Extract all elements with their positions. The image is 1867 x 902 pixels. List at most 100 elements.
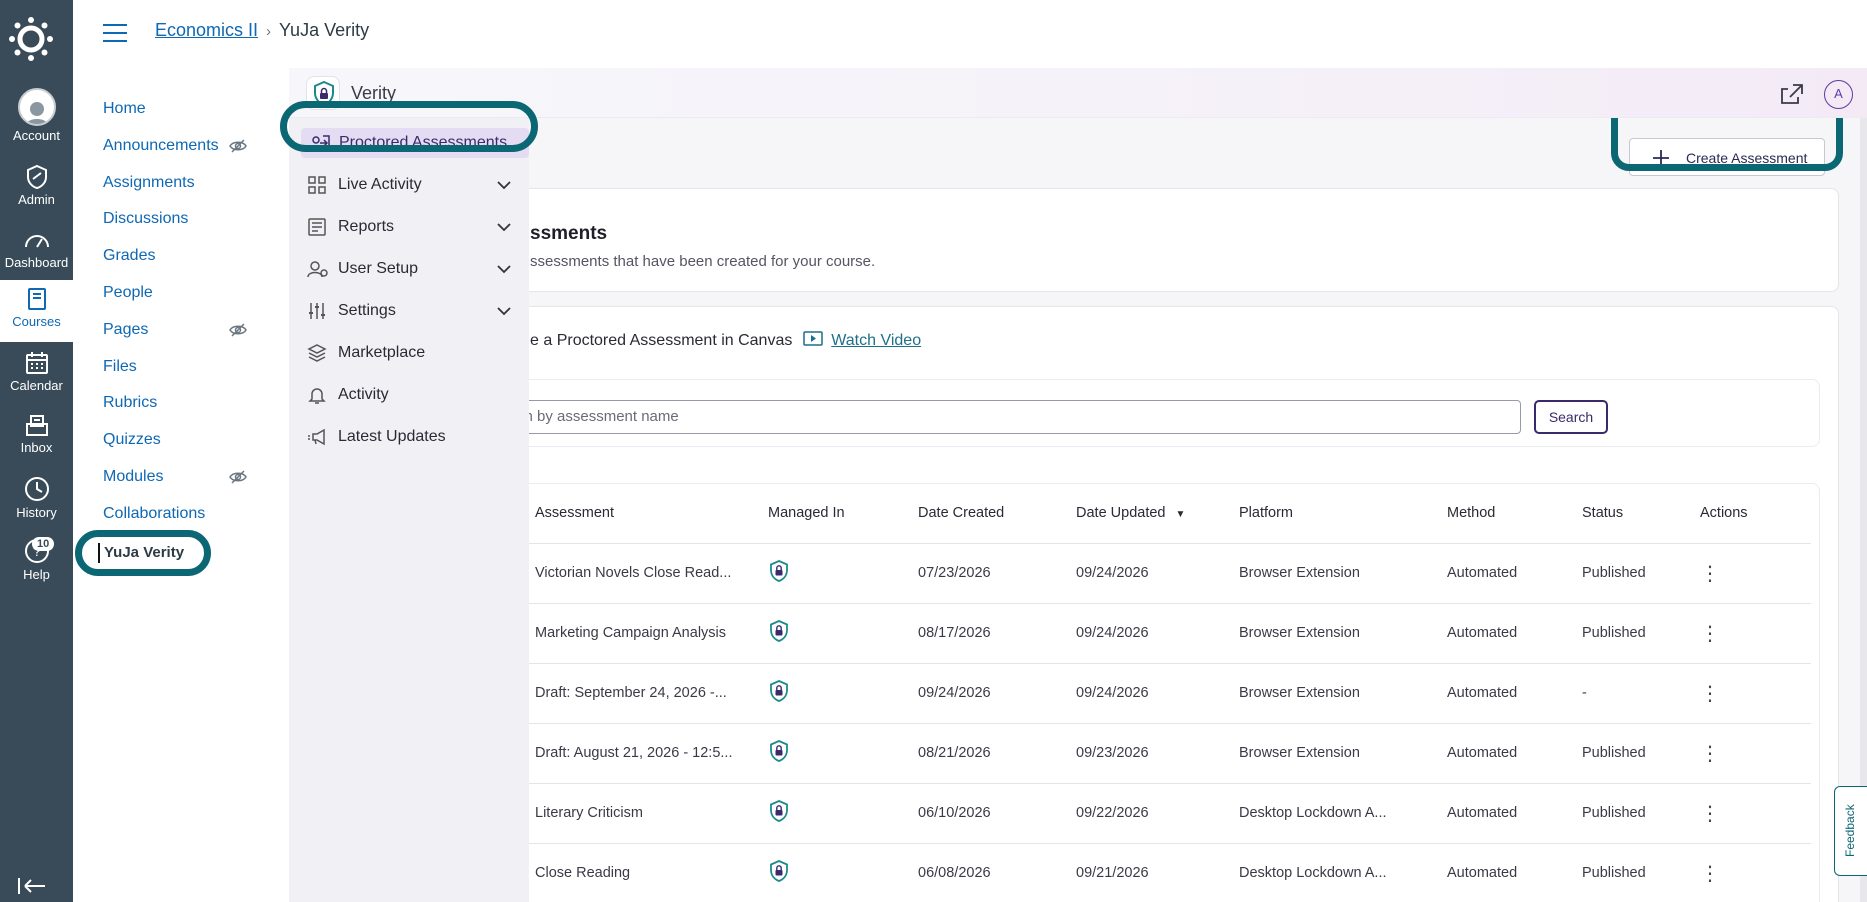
watch-video-link[interactable]: Watch Video — [831, 332, 921, 349]
column-header-date-created[interactable]: Date Created — [918, 484, 1076, 544]
search-bar-card: rch by assessment name Search — [529, 379, 1820, 447]
course-nav-rubrics[interactable]: Rubrics — [103, 394, 157, 412]
cell-actions: ⋮ — [1700, 783, 1811, 844]
column-header-method[interactable]: Method — [1447, 484, 1582, 544]
global-nav-admin[interactable]: Admin — [0, 158, 73, 220]
cell-platform: Browser Extension — [1239, 663, 1447, 724]
cell-status: Published — [1582, 543, 1700, 604]
cell-status: Published — [1582, 843, 1700, 902]
cell-date-updated: 09/24/2026 — [1076, 543, 1239, 604]
reports-icon — [308, 218, 326, 236]
cell-date-created: 08/21/2026 — [918, 723, 1076, 784]
search-button[interactable]: Search — [1534, 400, 1608, 434]
kebab-menu-icon[interactable]: ⋮ — [1700, 743, 1720, 765]
cell-platform: Browser Extension — [1239, 723, 1447, 784]
grid-icon — [308, 176, 326, 194]
global-nav-label: Inbox — [20, 440, 53, 455]
course-nav-grades[interactable]: Grades — [103, 247, 155, 265]
global-nav: Account Admin Dashboard Courses Calendar… — [0, 0, 73, 902]
canvas-logo-icon[interactable] — [9, 17, 53, 61]
history-clock-icon — [24, 477, 49, 501]
course-nav-yuja-verity[interactable]: YuJa Verity — [98, 543, 198, 563]
cell-status: Published — [1582, 723, 1700, 784]
cell-status: Published — [1582, 603, 1700, 664]
table-header-row: Assessment Managed In Date Created Date … — [529, 484, 1811, 544]
search-input[interactable]: rch by assessment name — [529, 400, 1521, 434]
kebab-menu-icon[interactable]: ⋮ — [1700, 563, 1720, 585]
hidden-eye-icon — [229, 139, 247, 153]
layers-icon — [307, 344, 327, 362]
global-nav-help[interactable]: ? 10 Help — [0, 531, 73, 593]
cell-status: - — [1582, 663, 1700, 724]
cell-assessment[interactable]: Literary Criticism — [529, 783, 768, 844]
table-row[interactable]: Marketing Campaign Analysis 08/17/2026 09/… — [529, 603, 1811, 664]
global-nav-label: Help — [23, 567, 50, 582]
hamburger-line — [103, 24, 127, 26]
cell-date-updated: 09/21/2026 — [1076, 843, 1239, 902]
course-nav-discussions[interactable]: Discussions — [103, 210, 188, 228]
column-header-platform[interactable]: Platform — [1239, 484, 1447, 544]
cell-assessment[interactable]: Marketing Campaign Analysis — [529, 603, 768, 664]
open-external-icon[interactable] — [1779, 82, 1805, 106]
inbox-icon — [25, 415, 48, 436]
global-nav-inbox[interactable]: Inbox — [0, 406, 73, 468]
course-menu-toggle[interactable] — [103, 24, 127, 48]
verity-shield-icon — [770, 680, 788, 702]
course-nav-files[interactable]: Files — [103, 358, 137, 376]
breadcrumb-current: YuJa Verity — [279, 20, 370, 40]
cell-assessment[interactable]: Draft: September 24, 2026 -... — [529, 663, 768, 724]
global-nav-courses[interactable]: Courses — [0, 280, 73, 342]
chevron-down-icon — [497, 223, 511, 232]
side-nav-marketplace[interactable]: Marketplace — [307, 338, 521, 368]
course-nav-announcements[interactable]: Announcements — [103, 137, 247, 155]
course-nav-assignments[interactable]: Assignments — [103, 174, 195, 192]
cell-method: Automated — [1447, 783, 1582, 844]
side-nav-activity[interactable]: Activity — [307, 380, 521, 410]
course-nav-home[interactable]: Home — [103, 100, 146, 118]
column-header-date-updated[interactable]: Date Updated ▼ — [1076, 484, 1239, 544]
main-content: Create Assessment ssments ssessments tha… — [529, 118, 1867, 902]
side-nav-settings[interactable]: Settings — [307, 296, 521, 326]
scrollbar[interactable] — [1860, 118, 1867, 902]
cell-assessment[interactable]: Victorian Novels Close Read... — [529, 543, 768, 604]
courses-book-icon — [27, 288, 46, 310]
table-row[interactable]: Victorian Novels Close Read... 07/23/2026… — [529, 543, 1811, 604]
cell-assessment[interactable]: Close Reading — [529, 843, 768, 902]
side-nav-latest-updates[interactable]: Latest Updates — [307, 422, 521, 452]
user-avatar[interactable]: A — [1824, 80, 1853, 109]
kebab-menu-icon[interactable]: ⋮ — [1700, 623, 1720, 645]
column-header-assessment[interactable]: Assessment — [529, 484, 768, 544]
global-nav-account[interactable]: Account — [0, 88, 73, 150]
course-nav-people[interactable]: People — [103, 284, 153, 302]
table-row[interactable]: Literary Criticism 06/10/2026 09/22/2026 De… — [529, 783, 1811, 844]
calendar-icon — [25, 352, 48, 374]
side-nav-live-activity[interactable]: Live Activity — [307, 170, 521, 200]
page-subtitle: ssessments that have been created for yo… — [530, 253, 876, 270]
kebab-menu-icon[interactable]: ⋮ — [1700, 863, 1720, 885]
cell-actions: ⋮ — [1700, 603, 1811, 664]
course-nav-collaborations[interactable]: Collaborations — [103, 505, 205, 523]
cell-assessment[interactable]: Draft: August 21, 2026 - 12:5... — [529, 723, 768, 784]
kebab-menu-icon[interactable]: ⋮ — [1700, 683, 1720, 705]
table-row[interactable]: Draft: September 24, 2026 -... 09/24/2026… — [529, 663, 1811, 724]
kebab-menu-icon[interactable]: ⋮ — [1700, 803, 1720, 825]
course-nav-quizzes[interactable]: Quizzes — [103, 431, 161, 449]
table-row[interactable]: Close Reading 06/08/2026 09/21/2026 Desktop… — [529, 843, 1811, 902]
breadcrumb-course-link[interactable]: Economics II — [155, 20, 258, 40]
user-setup-icon — [307, 261, 328, 278]
feedback-tab[interactable]: Feedback — [1834, 786, 1867, 876]
global-nav-dashboard[interactable]: Dashboard — [0, 221, 73, 283]
global-nav-calendar[interactable]: Calendar — [0, 344, 73, 406]
column-header-status[interactable]: Status — [1582, 484, 1700, 544]
table-row[interactable]: Draft: August 21, 2026 - 12:5... 08/21/20… — [529, 723, 1811, 784]
collapse-nav-icon[interactable] — [17, 876, 47, 896]
global-nav-history[interactable]: History — [0, 469, 73, 531]
course-nav-pages[interactable]: Pages — [103, 321, 247, 339]
global-nav-label: Admin — [18, 192, 55, 207]
side-nav-user-setup[interactable]: User Setup — [307, 254, 521, 284]
course-nav-modules[interactable]: Modules — [103, 468, 247, 486]
cell-date-created: 07/23/2026 — [918, 543, 1076, 604]
side-nav-label: Activity — [338, 386, 389, 403]
side-nav-reports[interactable]: Reports — [307, 212, 521, 242]
assessments-list-card: e a Proctored Assessment in Canvas Watch… — [529, 306, 1839, 902]
